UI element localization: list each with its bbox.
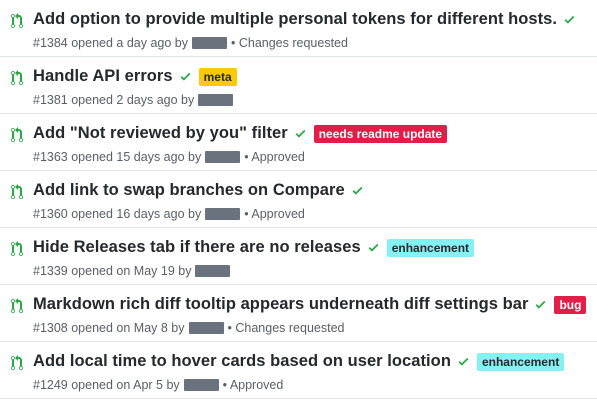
pull-request-row[interactable]: Handle API errors meta #1381 opened 2 da… xyxy=(0,57,597,114)
review-status: • Changes requested xyxy=(231,36,348,50)
git-pull-request-icon xyxy=(11,298,23,313)
pull-request-meta: #1360 opened 16 days ago by xyxy=(33,207,202,221)
review-status: • Changes requested xyxy=(227,321,345,335)
git-pull-request-icon xyxy=(11,13,23,29)
author-redacted[interactable] xyxy=(183,379,219,391)
review-status: • Approved xyxy=(222,378,284,392)
author-redacted[interactable] xyxy=(192,37,227,49)
review-status: • Approved xyxy=(244,150,305,164)
git-pull-request-icon xyxy=(11,355,23,370)
pull-request-row[interactable]: Add "Not reviewed by you" filter needs r… xyxy=(0,114,597,171)
check-icon[interactable] xyxy=(534,298,547,311)
git-pull-request-icon xyxy=(11,127,23,142)
author-redacted[interactable] xyxy=(198,94,234,106)
label-meta[interactable]: meta xyxy=(198,67,237,86)
pull-request-row[interactable]: Markdown rich diff tooltip appears under… xyxy=(0,285,597,342)
pull-request-row[interactable]: Add local time to hover cards based on u… xyxy=(0,342,597,399)
pull-request-title[interactable]: Add option to provide multiple personal … xyxy=(33,10,557,29)
author-redacted[interactable] xyxy=(205,208,241,220)
pull-request-list: Add option to provide multiple personal … xyxy=(0,0,597,402)
pull-request-meta: #1249 opened on Apr 5 by xyxy=(33,378,180,392)
author-redacted[interactable] xyxy=(195,265,231,277)
git-pull-request-icon xyxy=(11,241,23,256)
check-icon[interactable] xyxy=(351,184,364,197)
pull-request-row[interactable]: Hide Releases tab if there are no releas… xyxy=(0,228,597,285)
pull-request-meta: #1308 opened on May 8 by xyxy=(33,321,185,335)
pull-request-meta: #1381 opened 2 days ago by xyxy=(33,93,195,107)
pull-request-title[interactable]: Handle API errors xyxy=(33,67,173,86)
pull-request-meta: #1363 opened 15 days ago by xyxy=(33,150,202,164)
pull-request-row[interactable]: Add option to provide multiple personal … xyxy=(0,0,597,57)
author-redacted[interactable] xyxy=(205,151,241,163)
pull-request-title[interactable]: Markdown rich diff tooltip appears under… xyxy=(33,295,528,314)
pull-request-title[interactable]: Add "Not reviewed by you" filter xyxy=(33,124,288,143)
check-icon[interactable] xyxy=(179,70,192,83)
label-enhancement[interactable]: enhancement xyxy=(386,238,475,257)
author-redacted[interactable] xyxy=(188,322,224,334)
git-pull-request-icon xyxy=(11,184,23,199)
pull-request-meta: #1384 opened a day ago by xyxy=(33,36,188,50)
label-enhancement[interactable]: enhancement xyxy=(476,352,565,371)
label-bug[interactable]: bug xyxy=(554,295,587,314)
pull-request-title[interactable]: Add local time to hover cards based on u… xyxy=(33,352,451,371)
git-pull-request-icon xyxy=(11,70,23,86)
label-needs-readme-update[interactable]: needs readme update xyxy=(313,124,448,143)
check-icon[interactable] xyxy=(367,241,380,254)
pull-request-title[interactable]: Hide Releases tab if there are no releas… xyxy=(33,238,361,257)
pull-request-row[interactable]: Add link to swap branches on Compare #13… xyxy=(0,171,597,228)
check-icon[interactable] xyxy=(563,13,576,26)
pull-request-title[interactable]: Add link to swap branches on Compare xyxy=(33,181,345,200)
review-status: • Approved xyxy=(244,207,305,221)
pull-request-meta: #1339 opened on May 19 by xyxy=(33,264,192,278)
check-icon[interactable] xyxy=(294,127,307,140)
check-icon[interactable] xyxy=(457,355,470,368)
